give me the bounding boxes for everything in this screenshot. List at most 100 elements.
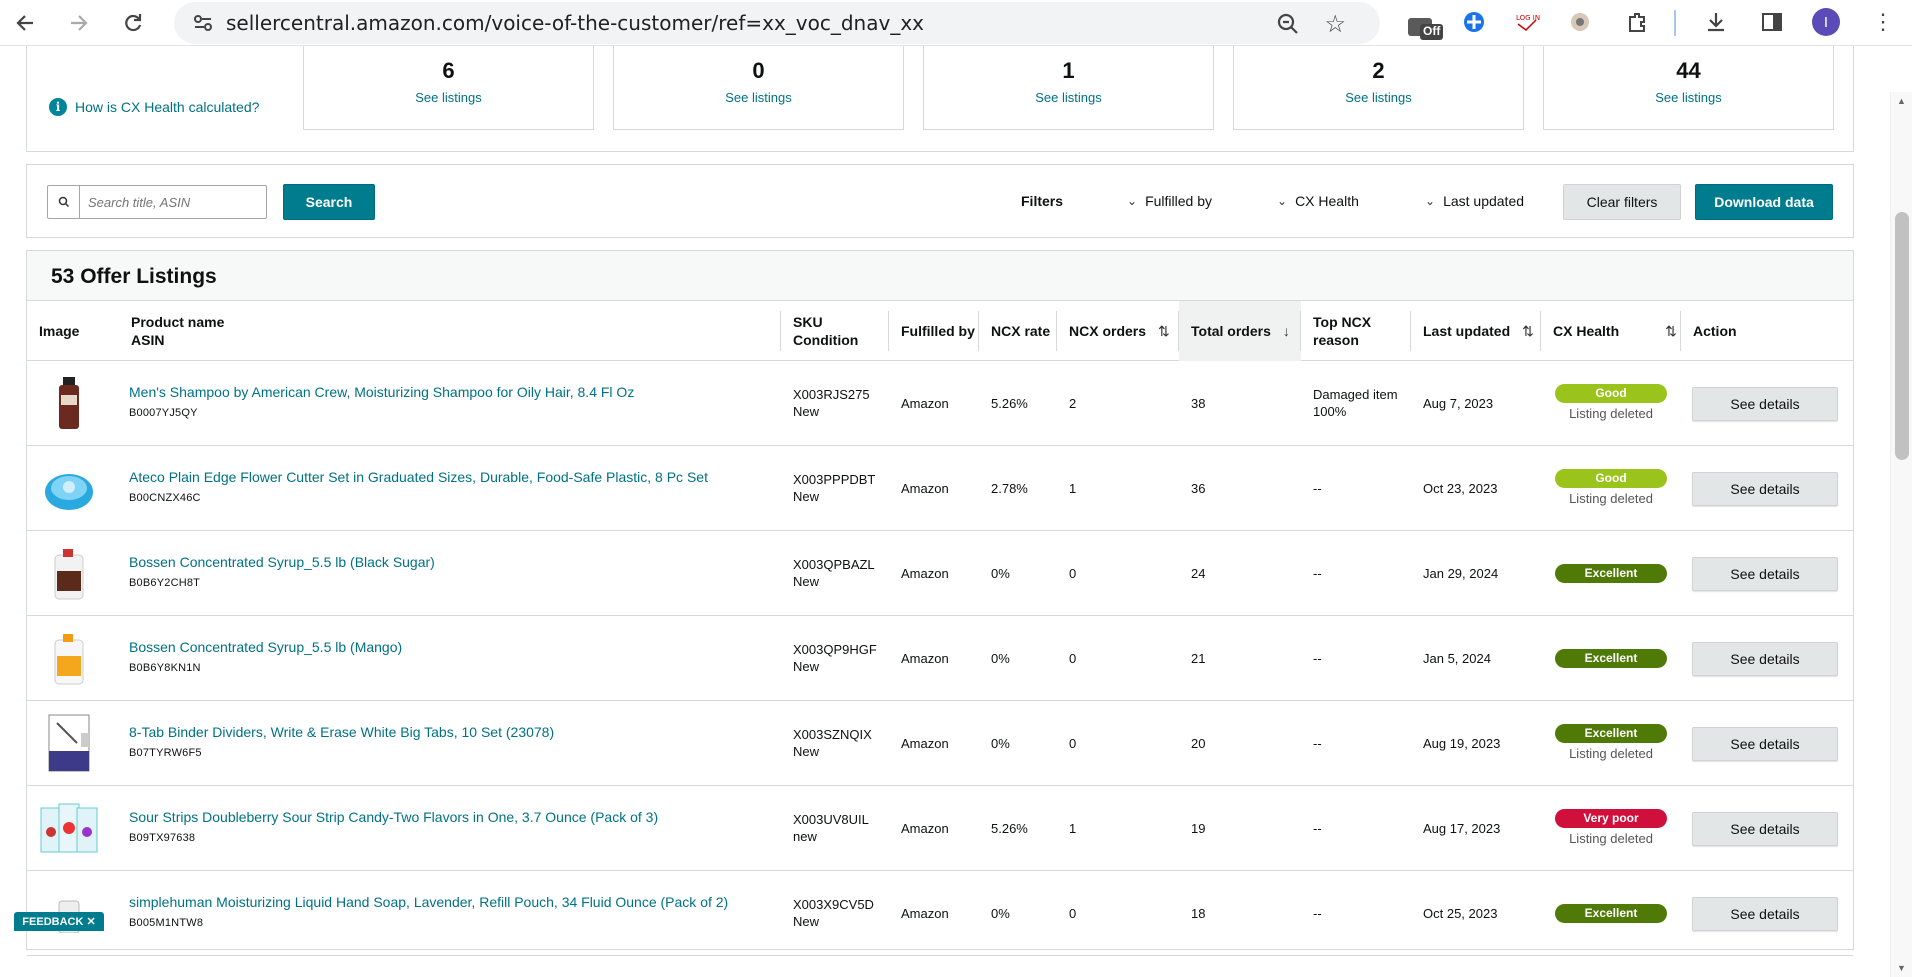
sort-icon[interactable]: ⇅ — [1665, 322, 1677, 340]
last-updated-cell: Oct 25, 2023 — [1423, 871, 1539, 955]
ncx-rate-cell: 2.78% — [991, 446, 1061, 530]
ncx-rate-text: 0% — [991, 565, 1010, 581]
login-extension-icon[interactable]: LOG IN — [1514, 10, 1540, 39]
download-icon[interactable] — [1704, 10, 1728, 39]
product-name-link[interactable]: Bossen Concentrated Syrup_5.5 lb (Mango) — [129, 639, 769, 656]
page-content: i How is CX Health calculated? 6 See lis… — [0, 46, 1912, 977]
see-details-button[interactable]: See details — [1692, 472, 1838, 506]
product-name-link[interactable]: Sour Strips Doubleberry Sour Strip Candy… — [129, 809, 769, 826]
sort-icon[interactable]: ⇅ — [1522, 322, 1534, 340]
menu-kebab-icon[interactable]: ⋮ — [1872, 8, 1894, 36]
table-row: Ateco Plain Edge Flower Cutter Set in Gr… — [27, 446, 1853, 531]
see-listings-link[interactable]: See listings — [1234, 90, 1523, 105]
url-text[interactable]: sellercentral.amazon.com/voice-of-the-cu… — [226, 11, 924, 35]
header-cx-health[interactable]: CX Health ⇅ — [1541, 301, 1681, 361]
back-icon[interactable] — [10, 8, 40, 38]
site-settings-icon[interactable] — [192, 12, 214, 39]
product-thumbnail[interactable] — [39, 543, 99, 603]
cx-health-badge: Excellent — [1555, 903, 1667, 923]
cx-health-badge: Excellent — [1555, 724, 1667, 743]
scrollbar-thumb[interactable] — [1895, 212, 1909, 460]
coupon-extension-icon[interactable]: Off — [1408, 12, 1444, 42]
product-name-link[interactable]: Bossen Concentrated Syrup_5.5 lb (Black … — [129, 554, 769, 571]
scroll-down-arrow-icon[interactable]: ▼ — [1897, 963, 1906, 973]
total-orders-text: 21 — [1191, 650, 1206, 666]
ncx-orders-text: 0 — [1069, 905, 1077, 921]
product-name-link[interactable]: simplehuman Moisturizing Liquid Hand Soa… — [129, 894, 769, 911]
product-name-link[interactable]: 8-Tab Binder Dividers, Write & Erase Whi… — [129, 724, 769, 741]
sort-descending-icon[interactable]: ↓ — [1283, 322, 1290, 340]
see-details-button[interactable]: See details — [1692, 387, 1838, 421]
count-card-5: 44 See listings — [1543, 46, 1834, 130]
feedback-tab[interactable]: FEEDBACK ✕ — [14, 912, 104, 931]
cx-health-badge: Good — [1555, 384, 1667, 403]
condition-text: New — [793, 914, 820, 929]
camera-extension-icon[interactable] — [1568, 10, 1592, 39]
product-thumbnail[interactable] — [39, 628, 99, 688]
page-scrollbar[interactable]: ▲ ▼ — [1890, 92, 1912, 977]
product-thumbnail[interactable] — [39, 798, 99, 858]
header-last-updated[interactable]: Last updated ⇅ — [1411, 301, 1541, 361]
ncx-orders-text: 1 — [1069, 480, 1077, 496]
see-listings-link[interactable]: See listings — [1544, 90, 1833, 105]
search-input[interactable] — [80, 186, 266, 218]
see-details-button[interactable]: See details — [1692, 727, 1838, 761]
last-updated-text: Jan 5, 2024 — [1423, 650, 1491, 666]
cx-health-help-link[interactable]: i How is CX Health calculated? — [49, 98, 259, 116]
header-ncx-orders[interactable]: NCX orders ⇅ — [1057, 301, 1179, 361]
see-details-button[interactable]: See details — [1692, 812, 1838, 846]
cx-health-cell: Excellent — [1555, 531, 1675, 615]
see-details-button[interactable]: See details — [1692, 897, 1838, 931]
total-orders-cell: 21 — [1191, 616, 1291, 700]
header-total-orders[interactable]: Total orders ↓ — [1179, 301, 1301, 361]
address-bar[interactable]: sellercentral.amazon.com/voice-of-the-cu… — [174, 2, 1380, 44]
last-updated-dropdown[interactable]: ⌄ Last updated — [1425, 193, 1524, 209]
download-data-button[interactable]: Download data — [1695, 184, 1833, 220]
sku-text: X003SZNQIX — [793, 727, 872, 742]
ncx-orders-cell: 0 — [1069, 871, 1169, 955]
cx-health-badge: Excellent — [1555, 648, 1667, 668]
sku-cell: X003PPPDBT New — [793, 446, 889, 530]
bookmark-star-icon[interactable]: ☆ — [1324, 10, 1346, 39]
product-thumbnail[interactable] — [39, 458, 99, 518]
search-button[interactable]: Search — [283, 184, 375, 220]
product-cell: 8-Tab Binder Dividers, Write & Erase Whi… — [129, 701, 769, 785]
condition-text: New — [793, 659, 820, 674]
product-thumbnail[interactable] — [39, 713, 99, 773]
see-listings-link[interactable]: See listings — [614, 90, 903, 105]
see-listings-link[interactable]: See listings — [924, 90, 1213, 105]
count-card-1: 6 See listings — [303, 46, 594, 130]
cx-health-help-text[interactable]: How is CX Health calculated? — [75, 99, 259, 115]
sort-icon[interactable]: ⇅ — [1158, 322, 1170, 340]
header-label: NCX orders — [1069, 323, 1147, 339]
shield-extension-icon[interactable] — [1462, 10, 1486, 39]
header-label: Condition — [793, 332, 859, 348]
reload-icon[interactable] — [118, 8, 148, 38]
see-listings-link[interactable]: See listings — [304, 90, 593, 105]
sku-text: X003PPPDBT — [793, 472, 876, 487]
zoom-icon[interactable] — [1276, 12, 1300, 41]
fulfilled-cell: Amazon — [901, 616, 981, 700]
product-name-link[interactable]: Ateco Plain Edge Flower Cutter Set in Gr… — [129, 469, 769, 486]
see-details-button[interactable]: See details — [1692, 557, 1838, 591]
clear-filters-button[interactable]: Clear filters — [1563, 184, 1681, 220]
profile-avatar[interactable]: I — [1812, 8, 1840, 36]
see-details-button[interactable]: See details — [1692, 642, 1838, 676]
chevron-down-icon: ⌄ — [1127, 194, 1138, 208]
extensions-puzzle-icon[interactable] — [1626, 10, 1650, 39]
fulfilled-by-dropdown[interactable]: ⌄ Fulfilled by — [1127, 193, 1212, 209]
forward-icon[interactable] — [64, 8, 94, 38]
side-panel-icon[interactable] — [1760, 10, 1784, 39]
product-name-link[interactable]: Men's Shampoo by American Crew, Moisturi… — [129, 384, 769, 401]
product-thumbnail[interactable] — [39, 373, 99, 433]
fulfilled-text: Amazon — [901, 905, 949, 921]
scroll-up-arrow-icon[interactable]: ▲ — [1897, 96, 1906, 106]
condition-text: New — [793, 744, 820, 759]
cx-health-dropdown[interactable]: ⌄ CX Health — [1277, 193, 1359, 209]
last-updated-text: Oct 23, 2023 — [1423, 480, 1498, 496]
ncx-orders-text: 0 — [1069, 735, 1077, 751]
product-cell: Sour Strips Doubleberry Sour Strip Candy… — [129, 786, 769, 870]
sku-cell: X003X9CV5D New — [793, 871, 889, 955]
last-updated-cell: Oct 23, 2023 — [1423, 446, 1539, 530]
chevron-down-icon: ⌄ — [1277, 194, 1288, 208]
